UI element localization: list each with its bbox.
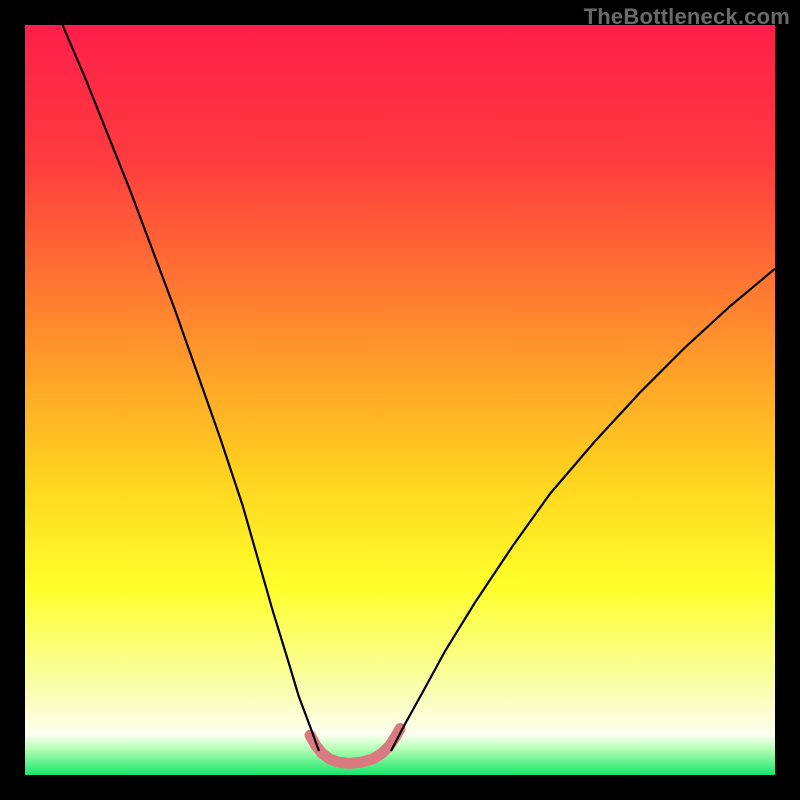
chart-background — [25, 25, 775, 775]
bottleneck-chart — [25, 25, 775, 775]
chart-frame: TheBottleneck.com — [0, 0, 800, 800]
